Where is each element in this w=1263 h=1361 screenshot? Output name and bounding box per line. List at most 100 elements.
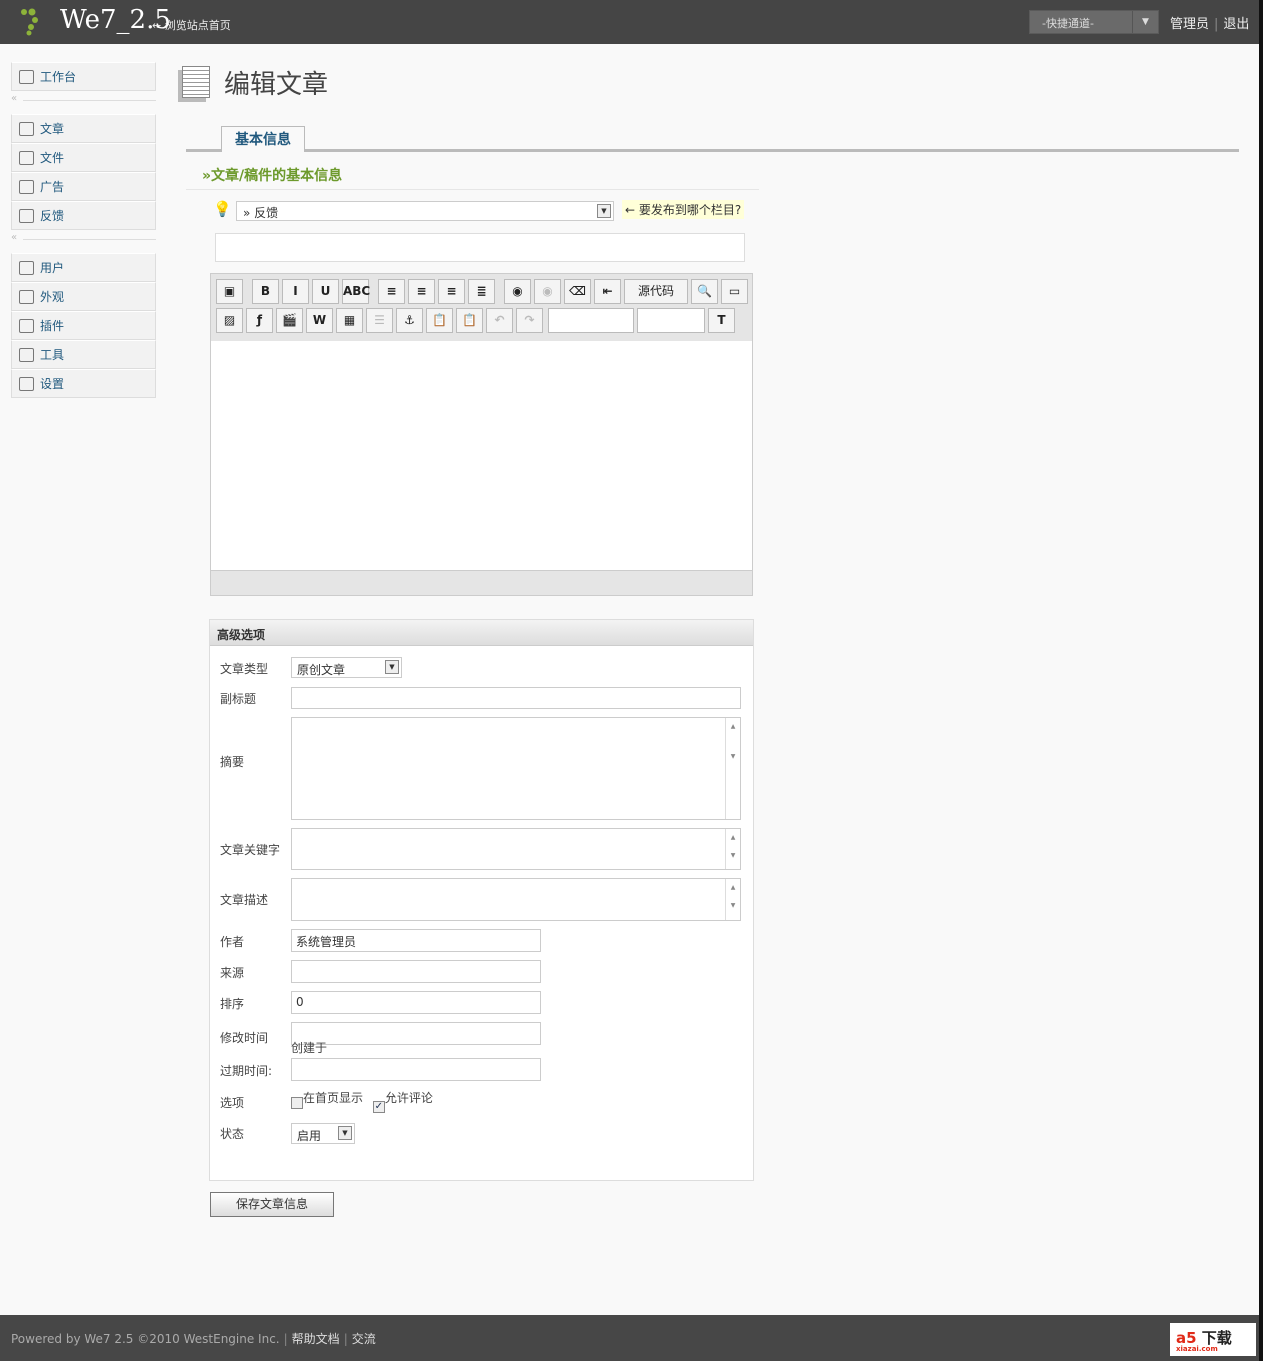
indent-icon[interactable]: ⇤: [594, 279, 621, 304]
lightbulb-icon: 💡: [213, 200, 232, 218]
chat-link[interactable]: 交流: [352, 1332, 376, 1346]
eraser-icon[interactable]: ⌫: [564, 279, 591, 304]
source-label: 来源: [220, 966, 245, 980]
home-icon: [19, 69, 34, 84]
footer: Powered by We7 2.5 ©2010 WestEngine Inc.…: [0, 1315, 1259, 1361]
image-icon[interactable]: ▨: [216, 308, 243, 333]
sidebar-item[interactable]: 文件: [11, 143, 156, 172]
sidebar-item[interactable]: 工具: [11, 340, 156, 369]
sidebar-item-label: 用户: [40, 261, 65, 275]
plugin-icon: [19, 318, 34, 333]
rich-text-editor: ▣ B I U ABC ≡ ≡ ≡ ≣ ◉ ◉ ⌫ ⇤ 源代码 🔍 ▭ ▨ ƒ 🎬 W ▦ ☰ ⚓ 📋 📋 ↶ ↷ T: [210, 273, 753, 596]
italic-icon[interactable]: I: [282, 279, 309, 304]
status-select[interactable]: 启用 ▼: [291, 1123, 355, 1144]
sidebar-item[interactable]: 设置: [11, 369, 156, 398]
paste-word2-icon[interactable]: 📋: [456, 308, 483, 333]
sidebar-item-label: 文件: [40, 151, 65, 165]
sidebar-item-label: 反馈: [40, 209, 65, 223]
we7-logo-icon: [21, 8, 38, 36]
subtitle-label: 副标题: [220, 692, 257, 706]
sidebar-item[interactable]: 工作台: [11, 62, 156, 91]
undo-icon[interactable]: ↶: [486, 308, 513, 333]
allow-comment-checkbox[interactable]: ✓: [372, 1101, 385, 1113]
tab-divider: [186, 149, 1239, 152]
sidebar-item-label: 外观: [40, 290, 65, 304]
modified-time-label: 修改时间: [220, 1031, 269, 1045]
text-color-icon[interactable]: T: [708, 308, 735, 333]
source-input[interactable]: [291, 960, 541, 983]
logout-link[interactable]: 退出: [1223, 17, 1249, 32]
users-icon: [19, 260, 34, 275]
sidebar-item[interactable]: 文章: [11, 114, 156, 143]
chevron-down-icon: ▼: [385, 660, 399, 674]
browse-site-link[interactable]: ← 浏览站点首页: [152, 17, 231, 33]
help-docs-link[interactable]: 帮助文档: [292, 1332, 340, 1346]
justify-icon[interactable]: ≣: [468, 279, 495, 304]
category-value: » 反馈: [243, 206, 279, 220]
sidebar-item-label: 工具: [40, 348, 65, 362]
source-button[interactable]: 源代码: [624, 279, 688, 304]
order-input[interactable]: 0: [291, 991, 541, 1014]
sidebar-item[interactable]: 外观: [11, 282, 156, 311]
align-center-icon[interactable]: ≡: [408, 279, 435, 304]
flash-icon[interactable]: ƒ: [246, 308, 273, 333]
redo-icon[interactable]: ↷: [516, 308, 543, 333]
description-textarea[interactable]: [291, 878, 741, 921]
sidebar-collapse-divider[interactable]: [11, 230, 156, 253]
underline-icon[interactable]: U: [312, 279, 339, 304]
unlink-icon[interactable]: ◉: [534, 279, 561, 304]
editor-content-area[interactable]: [211, 341, 752, 571]
align-right-icon[interactable]: ≡: [438, 279, 465, 304]
author-input[interactable]: 系统管理员: [291, 929, 541, 952]
sidebar-collapse-divider[interactable]: [11, 91, 156, 114]
category-select[interactable]: » 反馈 ▼: [236, 201, 614, 221]
status-value: 启用: [297, 1129, 322, 1143]
tools-icon: [19, 347, 34, 362]
title-input[interactable]: [215, 233, 745, 262]
tab-basic-info[interactable]: 基本信息: [221, 126, 305, 152]
keywords-textarea[interactable]: [291, 828, 741, 870]
table-icon[interactable]: ▦: [336, 308, 363, 333]
advanced-options-panel: 高级选项 文章类型 原创文章 ▼ 副标题 摘要 文章关键字 文章描述 作者 系统管…: [209, 619, 754, 1181]
subtitle-input[interactable]: [291, 687, 741, 709]
sidebar-item[interactable]: 广告: [11, 172, 156, 201]
divider: [186, 189, 759, 190]
show-on-home-checkbox[interactable]: [291, 1097, 303, 1109]
sidebar-item[interactable]: 反馈: [11, 201, 156, 230]
bold-icon[interactable]: B: [252, 279, 279, 304]
paste-word-icon[interactable]: W: [306, 308, 333, 333]
font-size-select[interactable]: [637, 308, 705, 333]
paste-text-icon[interactable]: 📋: [426, 308, 453, 333]
summary-textarea[interactable]: [291, 717, 741, 820]
editor-toolbar-row-1: ▣ B I U ABC ≡ ≡ ≡ ≣ ◉ ◉ ⌫ ⇤ 源代码 🔍 ▭: [216, 279, 748, 304]
settings-icon: [19, 376, 34, 391]
link-icon[interactable]: ◉: [504, 279, 531, 304]
file-icon: [19, 150, 34, 165]
article-type-select[interactable]: 原创文章 ▼: [291, 657, 402, 678]
save-article-button[interactable]: 保存文章信息: [210, 1192, 334, 1217]
badge-domain: xiazai.com: [1176, 1345, 1218, 1353]
strikethrough-icon[interactable]: ABC: [342, 279, 370, 304]
modified-time-input[interactable]: [291, 1022, 541, 1045]
user-link[interactable]: 管理员: [1170, 17, 1209, 32]
quick-nav-select[interactable]: -快捷通道- ▼: [1029, 10, 1159, 34]
sidebar-item[interactable]: 插件: [11, 311, 156, 340]
anchor-icon[interactable]: ⚓: [396, 308, 423, 333]
sidebar-item-label: 广告: [40, 180, 65, 194]
save-icon[interactable]: ▣: [216, 279, 243, 304]
font-family-select[interactable]: [548, 308, 634, 333]
sidebar-item-label: 工作台: [40, 70, 77, 84]
advanced-options-heading: 高级选项: [210, 620, 753, 646]
preview-icon[interactable]: 🔍: [691, 279, 718, 304]
page-title: 编辑文章: [224, 70, 329, 100]
order-label: 排序: [220, 997, 245, 1011]
sidebar-item[interactable]: 用户: [11, 253, 156, 282]
media-icon[interactable]: 🎬: [276, 308, 303, 333]
fullscreen-icon[interactable]: ▭: [721, 279, 748, 304]
align-left-icon[interactable]: ≡: [378, 279, 405, 304]
expire-time-input[interactable]: [291, 1058, 541, 1081]
sidebar-item-label: 插件: [40, 319, 65, 333]
a5-download-badge[interactable]: a5 下载 xiazai.com: [1170, 1323, 1256, 1356]
hr-icon[interactable]: ☰: [366, 308, 393, 333]
keywords-label: 文章关键字: [220, 843, 281, 857]
